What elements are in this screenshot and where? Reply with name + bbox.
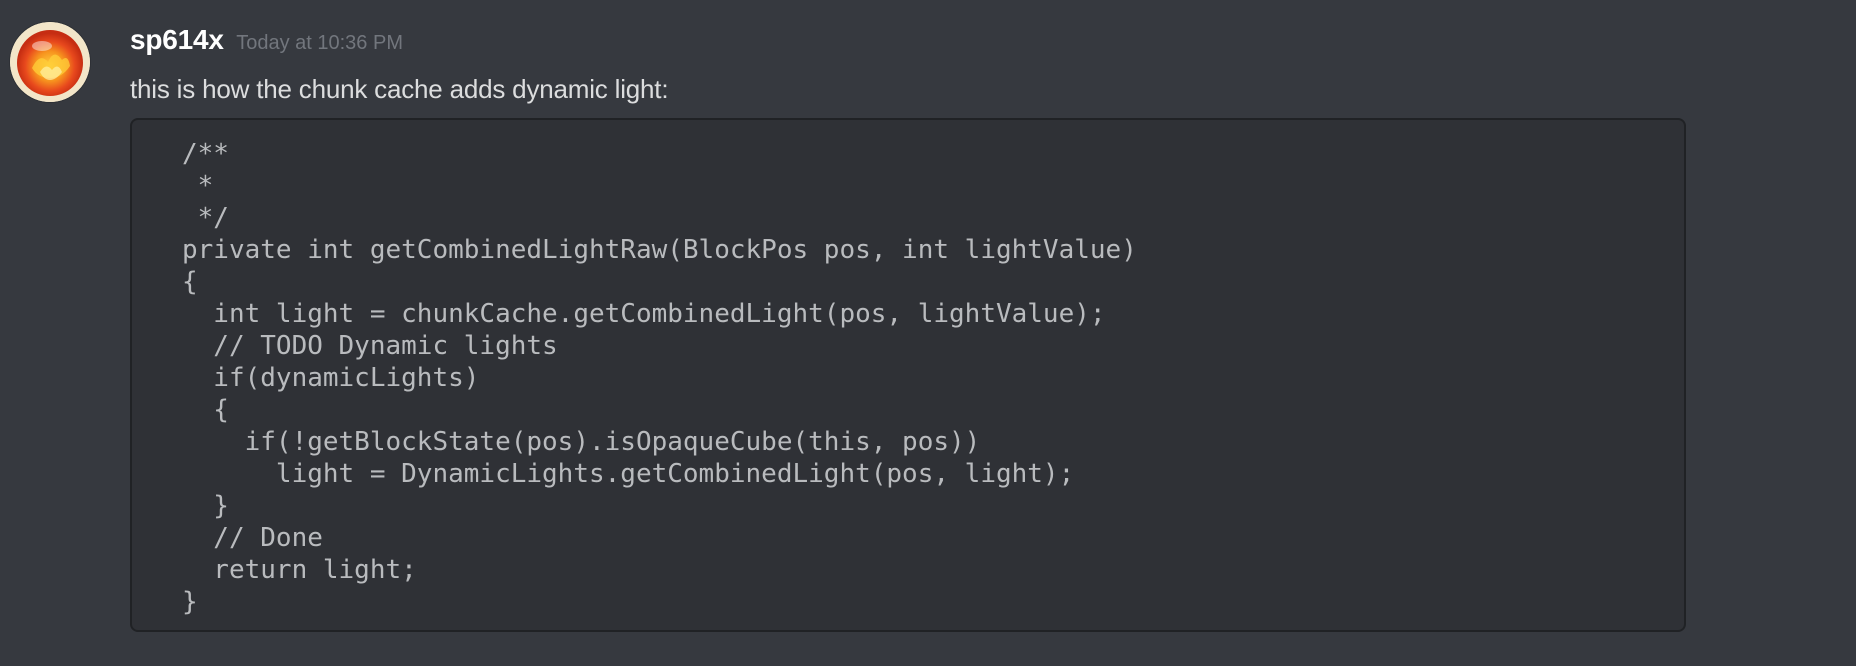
code-line: // Done — [182, 523, 323, 553]
message-text: this is how the chunk cache adds dynamic… — [130, 74, 669, 104]
chat-message: sp614x Today at 10:36 PM this is how the… — [0, 0, 1856, 666]
code-line: */ — [182, 203, 229, 233]
code-line: { — [182, 267, 198, 297]
code-line: { — [182, 395, 229, 425]
code-line: } — [182, 587, 198, 617]
code-line: int light = chunkCache.getCombinedLight(… — [182, 299, 1106, 329]
code-line: light = DynamicLights.getCombinedLight(p… — [182, 459, 1075, 489]
code-line: private int getCombinedLightRaw(BlockPos… — [182, 235, 1137, 265]
code-line: } — [182, 491, 229, 521]
code-line: return light; — [182, 555, 417, 585]
code-line: /** — [182, 139, 229, 169]
code-line: if(dynamicLights) — [182, 363, 480, 393]
code-line: // TODO Dynamic lights — [182, 331, 558, 361]
code-block: /** * */ private int getCombinedLightRaw… — [130, 118, 1686, 632]
timestamp[interactable]: Today at 10:36 PM — [236, 32, 403, 54]
fire-orb-avatar-icon — [10, 22, 90, 102]
code-line: if(!getBlockState(pos).isOpaqueCube(this… — [182, 427, 981, 457]
message-header: sp614x Today at 10:36 PM — [130, 24, 403, 64]
code-line: * — [182, 171, 214, 201]
user-avatar[interactable] — [10, 22, 90, 102]
username[interactable]: sp614x — [130, 24, 224, 55]
